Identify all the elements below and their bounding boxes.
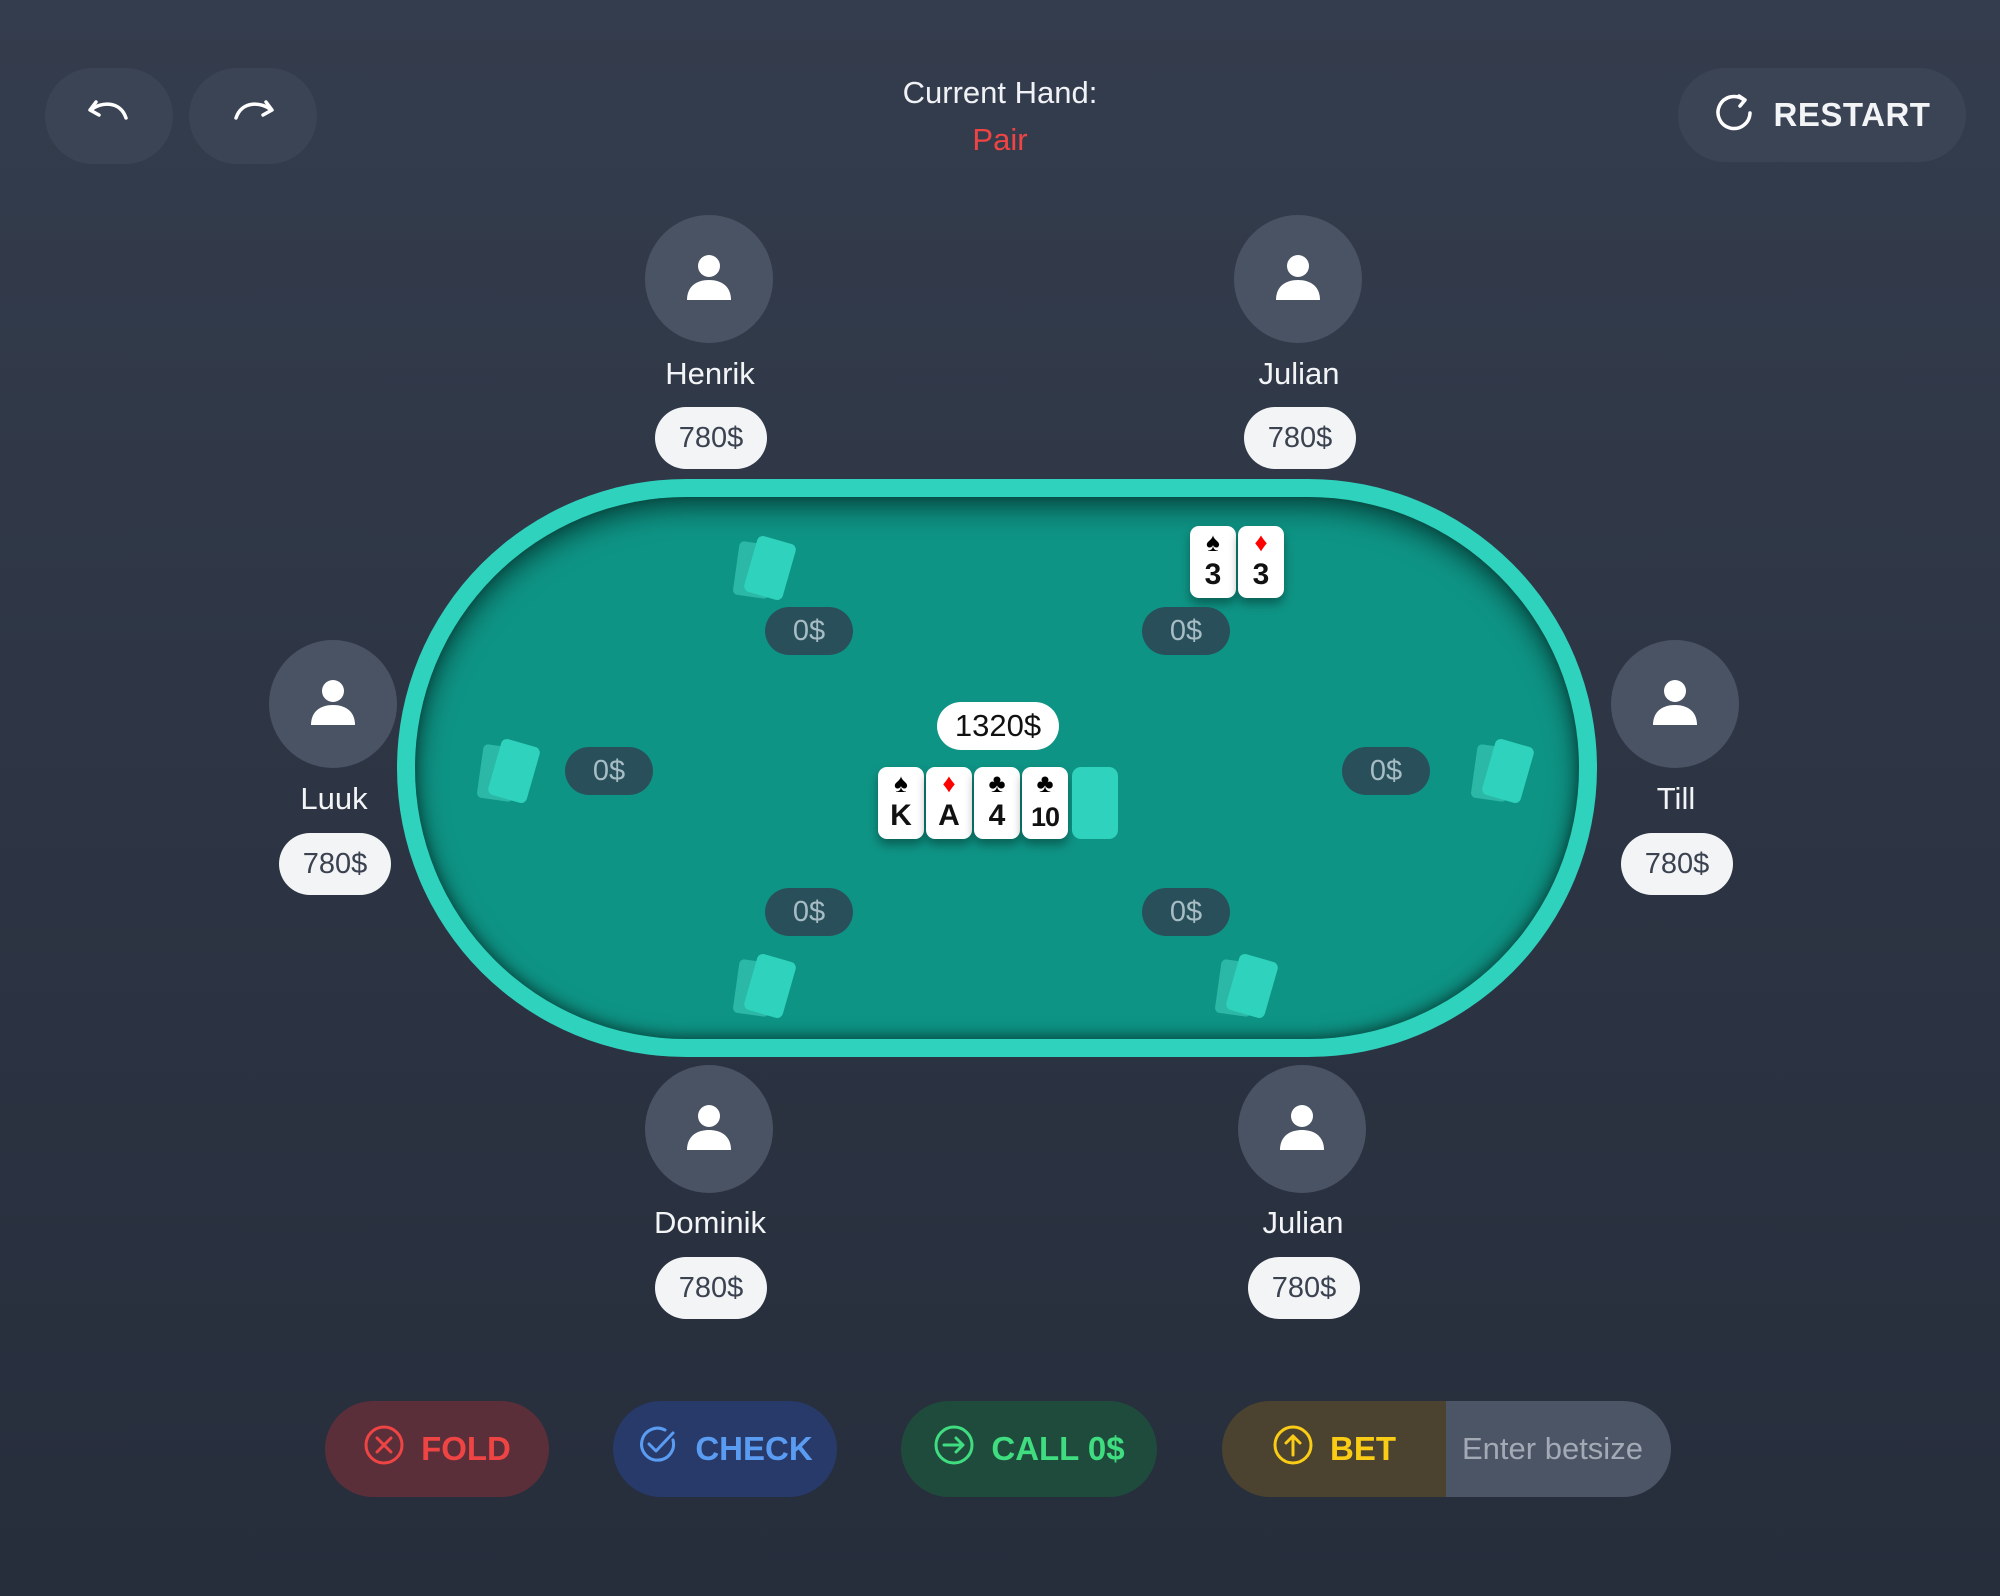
bet-button[interactable]: BET	[1222, 1401, 1446, 1497]
player-name: Dominik	[654, 1205, 766, 1240]
user-icon	[1651, 677, 1699, 732]
player-stack: 780$	[1621, 833, 1733, 895]
player-stack: 780$	[279, 833, 391, 895]
pot-amount: 1320$	[937, 702, 1059, 750]
call-button[interactable]: CALL 0$	[901, 1401, 1157, 1497]
player-bet: 0$	[1142, 888, 1230, 936]
restart-button[interactable]: RESTART	[1678, 68, 1966, 162]
player-avatar	[645, 215, 773, 343]
user-icon	[309, 677, 357, 732]
check-label: CHECK	[695, 1430, 813, 1467]
player-bet: 0$	[765, 607, 853, 655]
face-down-cards-icon	[730, 533, 804, 607]
player-bet: 0$	[765, 888, 853, 936]
player-name: Julian	[1262, 1205, 1344, 1240]
restart-icon	[1714, 92, 1756, 139]
player-stack: 780$	[655, 1257, 767, 1319]
club-suit-icon: ♣	[1036, 768, 1054, 798]
current-hand-label: Current Hand:	[902, 75, 1098, 110]
bet-label: BET	[1330, 1430, 1396, 1467]
player-avatar	[1238, 1065, 1366, 1193]
arrow-right-circle-icon	[933, 1424, 975, 1474]
hero-card: ♦ 3	[1238, 526, 1284, 598]
current-hand-value: Pair	[972, 122, 1028, 157]
player-avatar	[1234, 215, 1362, 343]
fold-label: FOLD	[421, 1430, 511, 1467]
community-card: ♠ K	[878, 767, 924, 839]
diamond-suit-icon: ♦	[942, 768, 956, 798]
fold-button[interactable]: FOLD	[325, 1401, 549, 1497]
player-name: Henrik	[665, 356, 755, 391]
card-rank: A	[938, 799, 960, 832]
call-label: CALL 0$	[991, 1430, 1125, 1467]
check-button[interactable]: CHECK	[613, 1401, 837, 1497]
face-down-cards-icon	[474, 736, 548, 810]
player-stack: 780$	[1244, 407, 1356, 469]
player-stack: 780$	[1248, 1257, 1360, 1319]
spade-suit-icon: ♠	[1206, 527, 1220, 557]
card-rank: 10	[1030, 802, 1060, 832]
card-rank: 3	[1252, 558, 1270, 591]
player-bet: 0$	[1142, 607, 1230, 655]
user-icon	[685, 252, 733, 307]
card-rank: 3	[1204, 558, 1222, 591]
community-card: ♦ A	[926, 767, 972, 839]
face-down-cards-icon	[730, 951, 804, 1025]
redo-button[interactable]	[189, 68, 317, 164]
bet-control: BET	[1222, 1401, 1671, 1497]
face-down-cards-icon	[1468, 736, 1542, 810]
spade-suit-icon: ♠	[894, 768, 908, 798]
betsize-input[interactable]	[1446, 1401, 1671, 1497]
close-circle-icon	[363, 1424, 405, 1474]
club-suit-icon: ♣	[988, 768, 1006, 798]
player-name: Till	[1656, 781, 1696, 816]
player-name: Julian	[1258, 356, 1340, 391]
player-avatar	[645, 1065, 773, 1193]
undo-button[interactable]	[45, 68, 173, 164]
face-down-cards-icon	[1212, 951, 1286, 1025]
player-bet: 0$	[565, 747, 653, 795]
player-avatar	[269, 640, 397, 768]
community-card: ♣ 10	[1022, 767, 1068, 839]
restart-label: RESTART	[1773, 96, 1931, 133]
player-name: Luuk	[300, 781, 368, 816]
user-icon	[1278, 1102, 1326, 1157]
card-rank: 4	[988, 799, 1006, 832]
undo-icon	[86, 96, 132, 137]
diamond-suit-icon: ♦	[1254, 527, 1268, 557]
check-circle-icon	[637, 1424, 679, 1474]
player-stack: 780$	[655, 407, 767, 469]
player-avatar	[1611, 640, 1739, 768]
redo-icon	[230, 96, 276, 137]
user-icon	[685, 1102, 733, 1157]
hero-card: ♠ 3	[1190, 526, 1236, 598]
arrow-up-circle-icon	[1272, 1424, 1314, 1474]
card-rank: K	[890, 799, 912, 832]
player-bet: 0$	[1342, 747, 1430, 795]
poker-app: Current Hand: Pair RESTART ♠ 3 ♦ 3 1320$…	[0, 0, 2000, 1596]
empty-card-slot	[1072, 767, 1118, 839]
community-card: ♣ 4	[974, 767, 1020, 839]
user-icon	[1274, 252, 1322, 307]
